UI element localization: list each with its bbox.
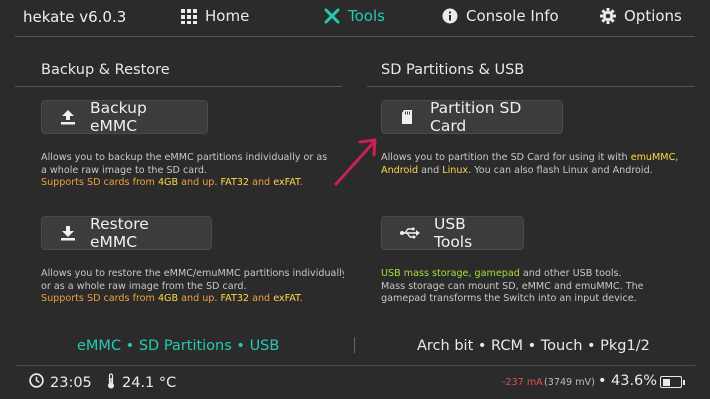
top-bar: hekate v6.0.3 Home Tools Console Info Op… <box>0 0 710 36</box>
restore-desc-exfat: exFAT <box>273 293 300 305</box>
restore-desc-period: . <box>299 293 303 305</box>
backup-desc-and: and <box>249 177 274 189</box>
gear-icon <box>600 8 616 24</box>
partition-sd-card-label: Partition SD Card <box>430 99 522 135</box>
right-section-divider <box>367 86 695 87</box>
backup-desc-line3: Supports SD cards from 4GB and up. FAT32… <box>41 177 347 190</box>
usb-tools-button[interactable]: USB Tools <box>381 215 524 251</box>
usb-desc-line2: Mass storage can mount SD, eMMC and emuM… <box>381 280 644 292</box>
partition-desc-comma: , <box>675 152 679 163</box>
clock-icon <box>29 373 44 392</box>
tab-console-info-label: Console Info <box>466 7 559 25</box>
battery-icon <box>660 376 685 388</box>
restore-desc-line1: Allows you to restore the eMMC/emuMMC pa… <box>41 268 344 279</box>
backup-desc-fat32: FAT32 <box>220 177 250 189</box>
section-title-backup-restore: Backup & Restore <box>41 62 170 78</box>
tab-tools-label: Tools <box>348 7 385 25</box>
info-icon <box>442 8 458 24</box>
battery-current: -237 mA <box>502 377 543 388</box>
footer-separator <box>354 337 355 353</box>
restore-desc-line3: Supports SD cards from 4GB and up. FAT32… <box>41 293 344 306</box>
usb-desc-line1: USB mass storage, gamepad and other USB … <box>381 268 701 281</box>
backup-emmc-description: Allows you to backup the eMMC partitions… <box>41 152 347 190</box>
footer-left-features: eMMC • SD Partitions • USB <box>77 338 280 354</box>
header-divider <box>15 36 695 37</box>
temperature-text: 24.1 °C <box>122 375 177 391</box>
partition-sd-card-button[interactable]: Partition SD Card <box>381 99 563 135</box>
left-section-divider <box>15 86 342 87</box>
partition-desc-linux: Linux <box>442 164 469 176</box>
annotation-arrow <box>334 138 377 186</box>
tab-home-label: Home <box>205 7 250 25</box>
tab-options[interactable]: Options <box>600 7 682 25</box>
sd-card-icon <box>400 109 416 125</box>
tools-icon <box>324 8 340 24</box>
restore-emmc-description: Allows you to restore the eMMC/emuMMC pa… <box>41 268 344 306</box>
backup-desc-line2: a whole raw image to the SD card. <box>41 164 208 176</box>
backup-emmc-label: Backup eMMC <box>90 99 147 135</box>
backup-desc-period: . <box>299 177 303 189</box>
restore-desc-and: and <box>249 293 274 305</box>
restore-desc-line2: or as a whole raw image from the SD card… <box>41 280 247 292</box>
usb-desc-other-tools: and other USB tools. <box>519 268 622 279</box>
partition-sd-card-description: Allows you to partition the SD Card for … <box>381 152 701 177</box>
backup-desc-and-up: and up. <box>178 177 221 189</box>
tab-home[interactable]: Home <box>181 7 249 25</box>
backup-desc-line1: Allows you to backup the eMMC partitions… <box>41 152 328 163</box>
tab-console-info[interactable]: Console Info <box>442 7 559 25</box>
usb-icon <box>400 225 420 241</box>
tab-tools[interactable]: Tools <box>324 7 385 25</box>
battery-voltage: (3749 mV) <box>544 377 595 388</box>
usb-desc-highlight: USB mass storage, gamepad <box>381 268 520 279</box>
grid-icon <box>181 8 197 24</box>
time-text: 23:05 <box>50 374 92 391</box>
restore-emmc-button[interactable]: Restore eMMC <box>41 215 212 251</box>
restore-desc-support-text: Supports SD cards from <box>41 293 158 305</box>
partition-desc-android: Android <box>381 164 419 176</box>
partition-desc-flash-text: . You can also flash Linux and Android. <box>468 164 653 176</box>
restore-emmc-label: Restore eMMC <box>90 215 149 251</box>
restore-desc-fat32: FAT32 <box>220 293 250 305</box>
usb-tools-description: USB mass storage, gamepad and other USB … <box>381 268 701 306</box>
footer-right-features: Arch bit • RCM • Touch • Pkg1/2 <box>417 338 650 354</box>
thermometer-icon <box>106 373 116 393</box>
partition-desc-text: Allows you to partition the SD Card for … <box>381 152 631 163</box>
upload-icon <box>60 109 76 125</box>
battery-tip <box>683 379 685 385</box>
backup-desc-support-text: Supports SD cards from <box>41 177 158 189</box>
partition-desc-line2: Android and Linux. You can also flash Li… <box>381 165 701 178</box>
restore-desc-and-up: and up. <box>178 293 221 305</box>
battery-level-fill <box>662 378 670 386</box>
clock: 23:05 <box>29 373 92 392</box>
backup-desc-exfat: exFAT <box>273 177 300 189</box>
partition-desc-and: and <box>418 164 443 176</box>
app-title: hekate v6.0.3 <box>23 8 127 26</box>
battery-separator: • <box>598 373 607 389</box>
usb-desc-line3: gamepad transforms the Switch into an in… <box>381 293 637 305</box>
backup-emmc-button[interactable]: Backup eMMC <box>41 99 208 135</box>
temperature: 24.1 °C <box>106 373 176 393</box>
partition-desc-line1: Allows you to partition the SD Card for … <box>381 152 701 165</box>
battery-percent: 43.6% <box>611 373 658 389</box>
section-title-sd-partitions-usb: SD Partitions & USB <box>381 62 525 78</box>
usb-tools-label: USB Tools <box>434 215 473 251</box>
tab-options-label: Options <box>624 7 682 25</box>
restore-desc-4gb: 4GB <box>157 293 179 305</box>
download-icon <box>60 225 76 241</box>
backup-desc-4gb: 4GB <box>157 177 179 189</box>
partition-desc-emummc: emuMMC <box>630 152 676 163</box>
